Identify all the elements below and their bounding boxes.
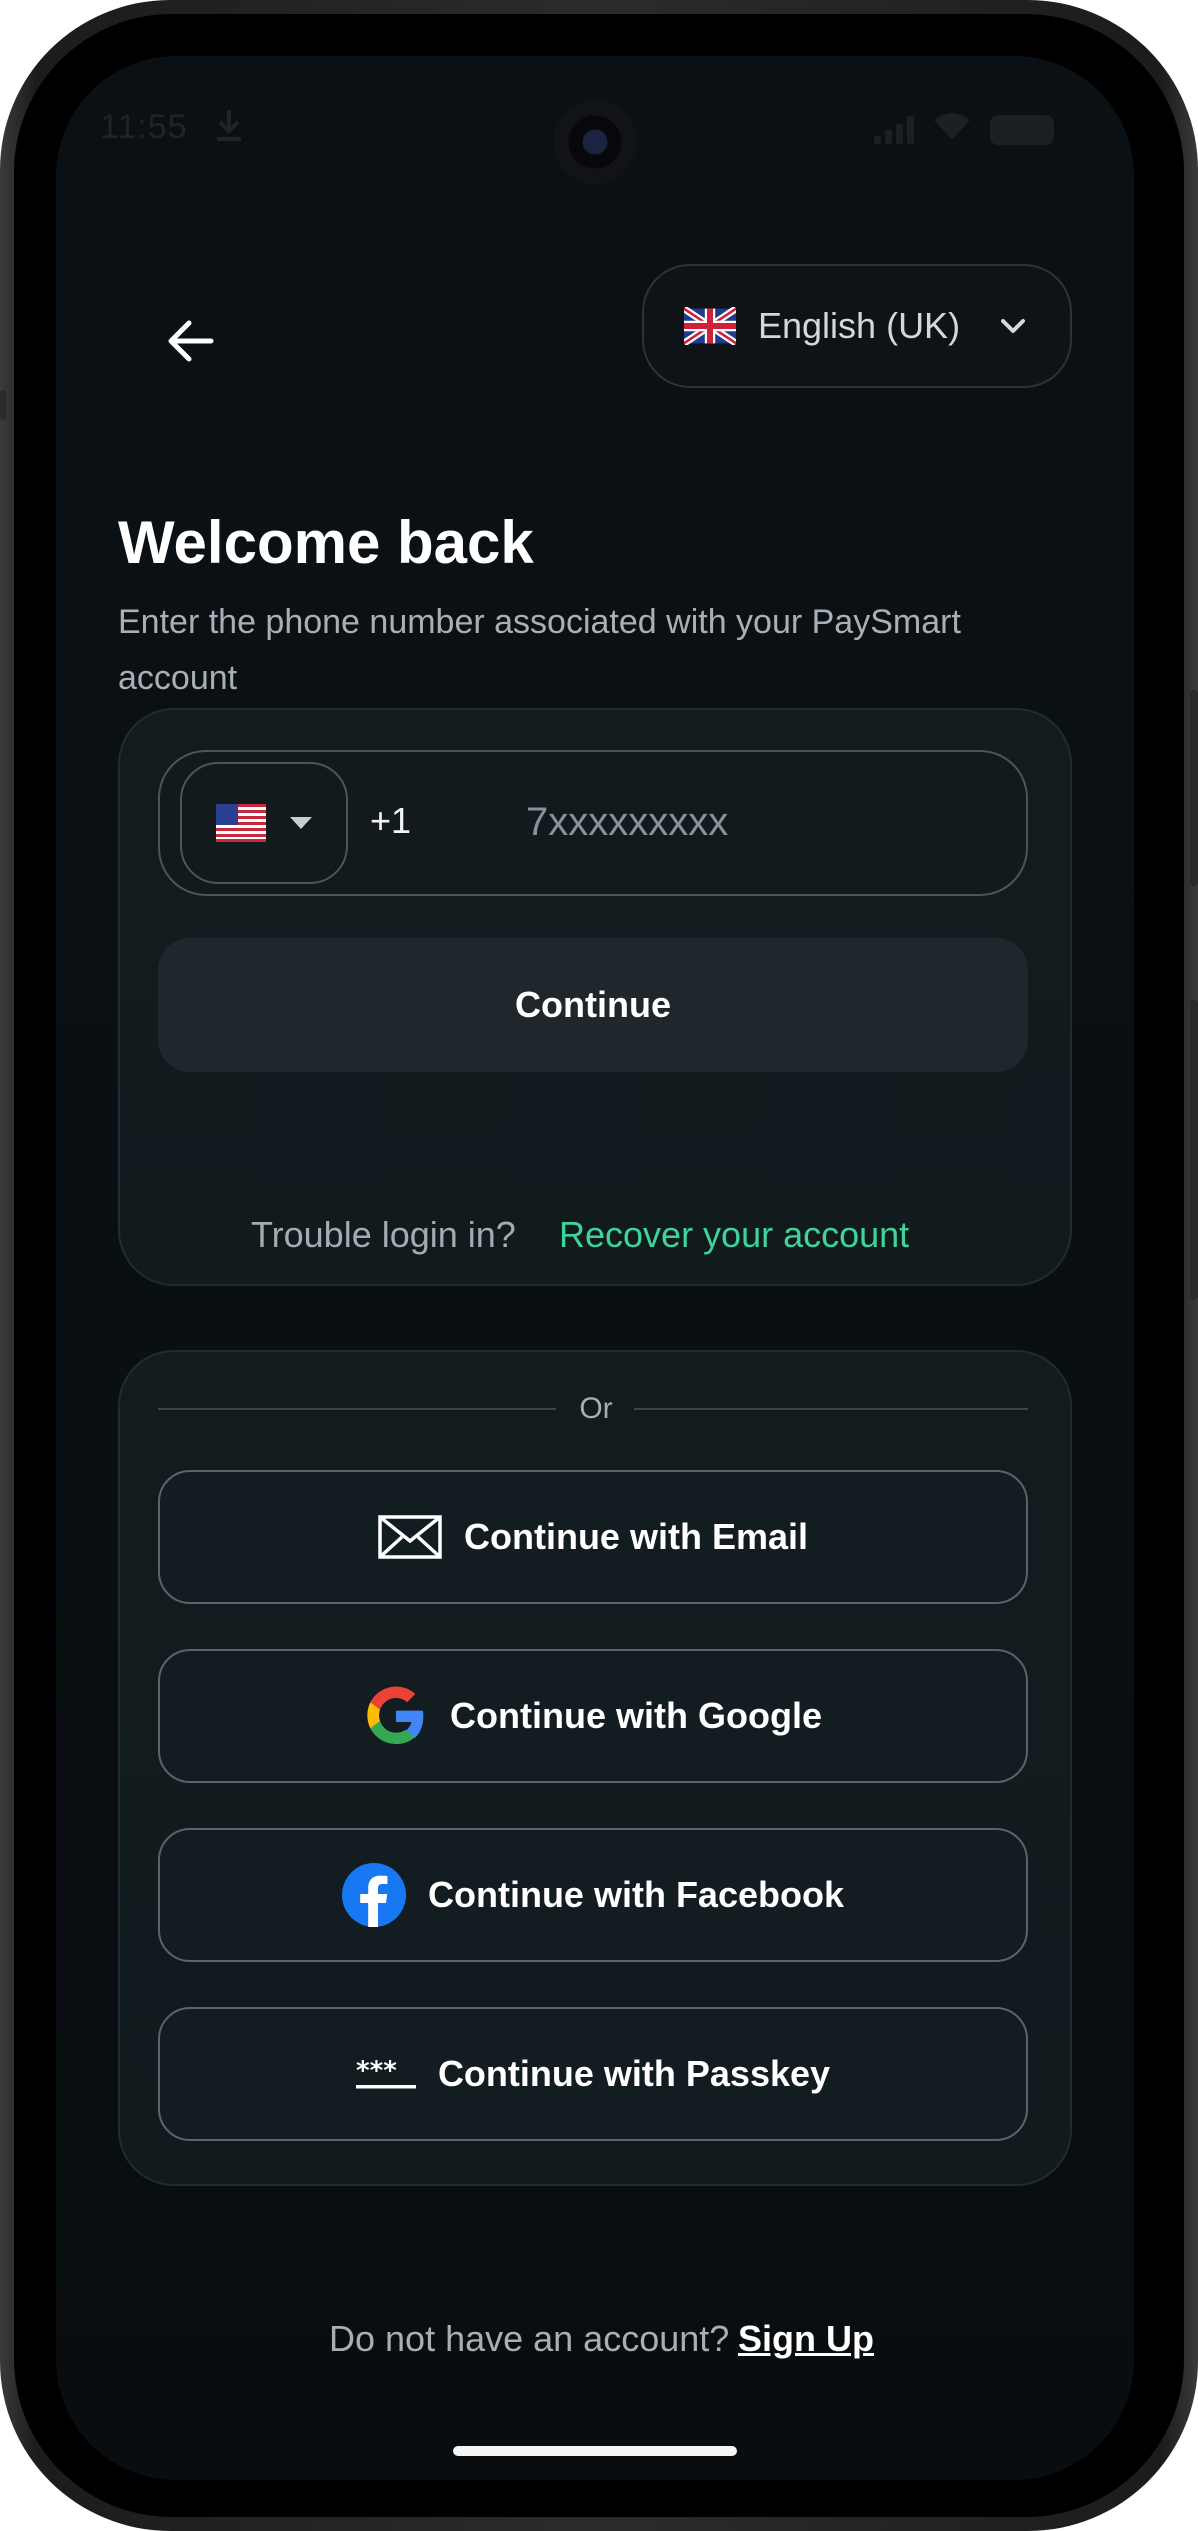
continue-with-email-button[interactable]: Continue with Email [158, 1470, 1028, 1604]
sign-up-link[interactable]: Sign Up [738, 2318, 874, 2360]
home-indicator[interactable] [453, 2446, 737, 2456]
caret-down-icon [290, 817, 312, 829]
facebook-icon [341, 1863, 406, 1927]
uk-flag-icon [684, 307, 736, 345]
us-flag-icon [216, 804, 266, 842]
arrow-left-icon [168, 320, 214, 362]
continue-with-facebook-button[interactable]: Continue with Facebook [158, 1828, 1028, 1962]
wifi-icon [932, 112, 972, 147]
divider-right [634, 1408, 1028, 1410]
divider-left [158, 1408, 556, 1410]
phone-frame: 11:55 English (UK) Welcome back Enter th… [0, 0, 1198, 2531]
front-camera [553, 100, 637, 184]
phone-number-input[interactable] [526, 772, 1006, 872]
left-button [0, 390, 6, 420]
passkey-icon: *** [355, 2057, 416, 2089]
status-time: 11:55 [100, 108, 188, 146]
back-button[interactable] [146, 296, 236, 386]
app-screen: 11:55 English (UK) Welcome back Enter th… [56, 56, 1134, 2480]
language-label: English (UK) [758, 305, 961, 346]
continue-with-passkey-button[interactable]: *** Continue with Passkey [158, 2007, 1028, 2141]
power-button [1190, 1000, 1198, 1300]
signup-prompt: Do not have an account? [329, 2318, 730, 2359]
trouble-text: Trouble login in? [251, 1214, 516, 1255]
envelope-icon [378, 1515, 442, 1559]
continue-button[interactable]: Continue [158, 938, 1028, 1072]
google-button-label: Continue with Google [450, 1695, 822, 1736]
dial-code: +1 [370, 800, 412, 841]
chevron-down-icon [1001, 319, 1026, 333]
continue-with-google-button[interactable]: Continue with Google [158, 1649, 1028, 1783]
download-icon [214, 108, 244, 150]
passkey-button-label: Continue with Passkey [437, 2053, 831, 2094]
volume-up-button [1190, 690, 1198, 886]
recover-account-link[interactable]: Recover your account [559, 1214, 909, 1256]
page-title: Welcome back [118, 509, 534, 576]
email-button-label: Continue with Email [463, 1516, 808, 1557]
svg-text:***: *** [356, 2057, 397, 2086]
google-icon [367, 1686, 424, 1744]
country-code-selector[interactable] [180, 762, 348, 884]
divider-text: Or [579, 1392, 613, 1425]
battery-icon [990, 114, 1054, 145]
signal-icon [874, 115, 914, 144]
page-subtitle: Enter the phone number associated with y… [118, 603, 961, 697]
status-icons [874, 112, 1054, 147]
facebook-button-label: Continue with Facebook [427, 1874, 844, 1915]
language-selector[interactable]: English (UK) [642, 264, 1072, 388]
